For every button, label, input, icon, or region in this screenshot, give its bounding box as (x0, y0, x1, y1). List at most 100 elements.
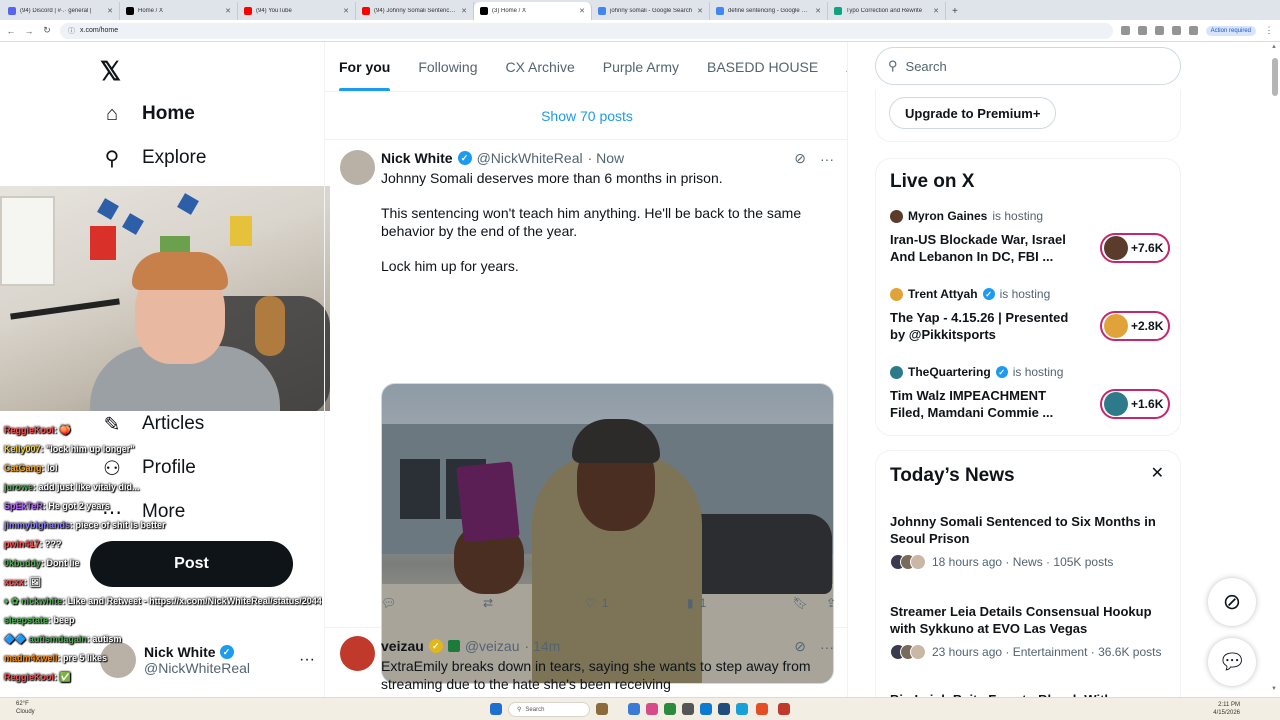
close-tab-icon[interactable]: ✕ (343, 7, 349, 15)
close-icon[interactable]: ✕ (1151, 463, 1164, 483)
feed-tab[interactable]: Ape (832, 42, 847, 91)
url-bar[interactable]: ⓘ x.com/home (60, 22, 1113, 39)
views-button[interactable]: ▮ 1 (687, 596, 787, 610)
bookmark-icon[interactable]: 🔖︎ (793, 596, 808, 610)
tweet-author-name[interactable]: veizau (381, 638, 424, 654)
scroll-up-arrow-icon[interactable]: ▲ (1271, 44, 1277, 50)
todays-news-card: Today’s News ✕ Johnny Somali Sentenced t… (875, 450, 1181, 697)
app-icon[interactable] (664, 703, 676, 715)
app-icon[interactable] (682, 703, 694, 715)
reply-button[interactable]: 💬︎ (381, 596, 483, 610)
nav-item-explore[interactable]: ⚲ Explore (100, 146, 207, 170)
close-tab-icon[interactable]: ✕ (579, 7, 585, 15)
browser-tab[interactable]: Typo Correction and Rewrite ✕ (828, 2, 946, 20)
back-icon[interactable]: ← (6, 26, 16, 36)
start-icon[interactable] (490, 703, 502, 715)
live-listeners-pill[interactable]: +7.6K (1100, 233, 1170, 263)
feed-tab[interactable]: Following (404, 42, 491, 91)
browser-tab[interactable]: (94) Discord | #·.· general | ✕ (2, 2, 120, 20)
feed-tab[interactable]: CX Archive (491, 42, 588, 91)
extension-icon[interactable] (1171, 26, 1181, 35)
browser-tab[interactable]: Home / X ✕ (120, 2, 238, 20)
close-tab-icon[interactable]: ✕ (225, 7, 231, 15)
extension-icon[interactable] (1120, 26, 1130, 35)
home-icon: ⌂ (105, 102, 119, 125)
app-icon[interactable] (718, 703, 730, 715)
extension-icon[interactable] (1137, 26, 1147, 35)
tab-title: (3) Home / X (492, 8, 527, 14)
tweet-author-name[interactable]: Nick White (381, 150, 453, 166)
feed-tab[interactable]: For you (325, 42, 404, 91)
reload-icon[interactable]: ↻ (42, 25, 52, 36)
system-clock[interactable]: 2:11 PM 4/15/2026 (1200, 701, 1240, 717)
repost-button[interactable]: ⇄ (483, 596, 585, 610)
tab-title: Home / X (138, 8, 164, 14)
more-options-icon[interactable]: ··· (820, 639, 834, 655)
verified-badge-icon: ✓ (995, 366, 1008, 378)
search-input[interactable]: ⚲ Search (875, 47, 1181, 85)
close-tab-icon[interactable]: ✕ (815, 7, 821, 15)
tweet-author-handle[interactable]: @veizau (465, 638, 520, 654)
app-icon[interactable] (646, 703, 658, 715)
nav-item-home[interactable]: ⌂ Home (100, 102, 195, 126)
tweet-timestamp[interactable]: · Now (588, 150, 625, 166)
close-tab-icon[interactable]: ✕ (697, 7, 703, 15)
forward-icon[interactable]: → (24, 26, 34, 36)
grok-icon[interactable]: ⊘ (794, 638, 806, 655)
like-button[interactable]: ♡ 1 (585, 596, 687, 610)
views-icon: ▮ (687, 596, 694, 610)
live-item[interactable]: TheQuartering ✓ is hosting Tim Walz IMPEACH… (890, 365, 1170, 435)
browser-tab[interactable]: define sentencing - Google Sea ✕ (710, 2, 828, 20)
close-tab-icon[interactable]: ✕ (107, 7, 113, 15)
action-required-badge[interactable]: Action required (1205, 25, 1256, 36)
show-new-posts-button[interactable]: Show 70 posts (325, 92, 847, 140)
site-info-icon[interactable]: ⓘ (68, 26, 75, 36)
live-listeners-pill[interactable]: +1.6K (1100, 389, 1170, 419)
app-icon[interactable] (596, 703, 608, 715)
chat-username: xcxx (4, 577, 25, 587)
taskbar-search[interactable]: ⚲ Search (508, 702, 590, 717)
close-tab-icon[interactable]: ✕ (933, 7, 939, 15)
grok-fab-button[interactable]: ⊘ (1208, 578, 1256, 626)
x-logo-icon[interactable]: 𝕏 (100, 56, 121, 87)
chrome-icon[interactable] (756, 703, 768, 715)
tweet[interactable]: veizau ✓ @veizau · 14m ⊘ ··· ExtraEmily … (325, 628, 847, 697)
app-icon[interactable] (778, 703, 790, 715)
weather-widget[interactable]: 62°F Cloudy (16, 700, 35, 716)
avatar[interactable] (340, 636, 375, 671)
page-scrollbar[interactable] (1272, 58, 1278, 96)
browser-tab[interactable]: (3) Home / X ✕ (474, 2, 592, 20)
browser-tab[interactable]: (94) Johnny Somali Sentenced · ✕ (356, 2, 474, 20)
app-icon[interactable] (628, 703, 640, 715)
new-tab-button[interactable]: + (946, 2, 964, 20)
live-title: Iran-US Blockade War, Israel And Lebanon… (890, 232, 1066, 264)
news-item[interactable]: Johnny Somali Sentenced to Six Months in… (890, 513, 1170, 570)
tweet[interactable]: Nick White ✓ @NickWhiteReal · Now ⊘ ··· … (325, 140, 847, 684)
browser-tab[interactable]: (94) YouTube ✕ (238, 2, 356, 20)
news-item[interactable]: Streamer Leia Details Consensual Hookup … (890, 603, 1170, 660)
tweet-timestamp[interactable]: · 14m (525, 638, 561, 654)
close-tab-icon[interactable]: ✕ (461, 7, 467, 15)
live-listeners-pill[interactable]: +2.8K (1100, 311, 1170, 341)
live-count: +2.8K (1131, 319, 1164, 333)
chat-message: Kelly007: "lock him up longer" (0, 440, 322, 459)
share-icon[interactable]: ⇪ (826, 596, 836, 610)
extension-icon[interactable] (1154, 26, 1164, 35)
app-icon[interactable] (700, 703, 712, 715)
live-item[interactable]: Trent Attyah ✓ is hosting The Yap - 4.15.26… (890, 287, 1170, 357)
avatar[interactable] (340, 150, 375, 185)
more-options-icon[interactable]: ··· (820, 151, 834, 167)
browser-tab[interactable]: johnny somali - Google Search ✕ (592, 2, 710, 20)
messages-fab-button[interactable]: 💬︎ (1208, 638, 1256, 686)
feed-tab[interactable]: BASEDD HOUSE (693, 42, 832, 91)
menu-icon[interactable]: ⋮ (1264, 25, 1274, 36)
scroll-down-arrow-icon[interactable]: ▼ (1271, 686, 1277, 692)
feed-tab[interactable]: Purple Army (589, 42, 693, 91)
live-item[interactable]: Myron Gaines is hosting Iran-US Blockade W… (890, 209, 1170, 279)
tweet-author-handle[interactable]: @NickWhiteReal (477, 150, 583, 166)
upgrade-premium-button[interactable]: Upgrade to Premium+ (889, 97, 1057, 129)
extension-icon[interactable] (1188, 26, 1198, 35)
grok-icon[interactable]: ⊘ (794, 150, 806, 167)
app-icon[interactable] (736, 703, 748, 715)
grok-icon: ⊘ (1222, 589, 1242, 614)
